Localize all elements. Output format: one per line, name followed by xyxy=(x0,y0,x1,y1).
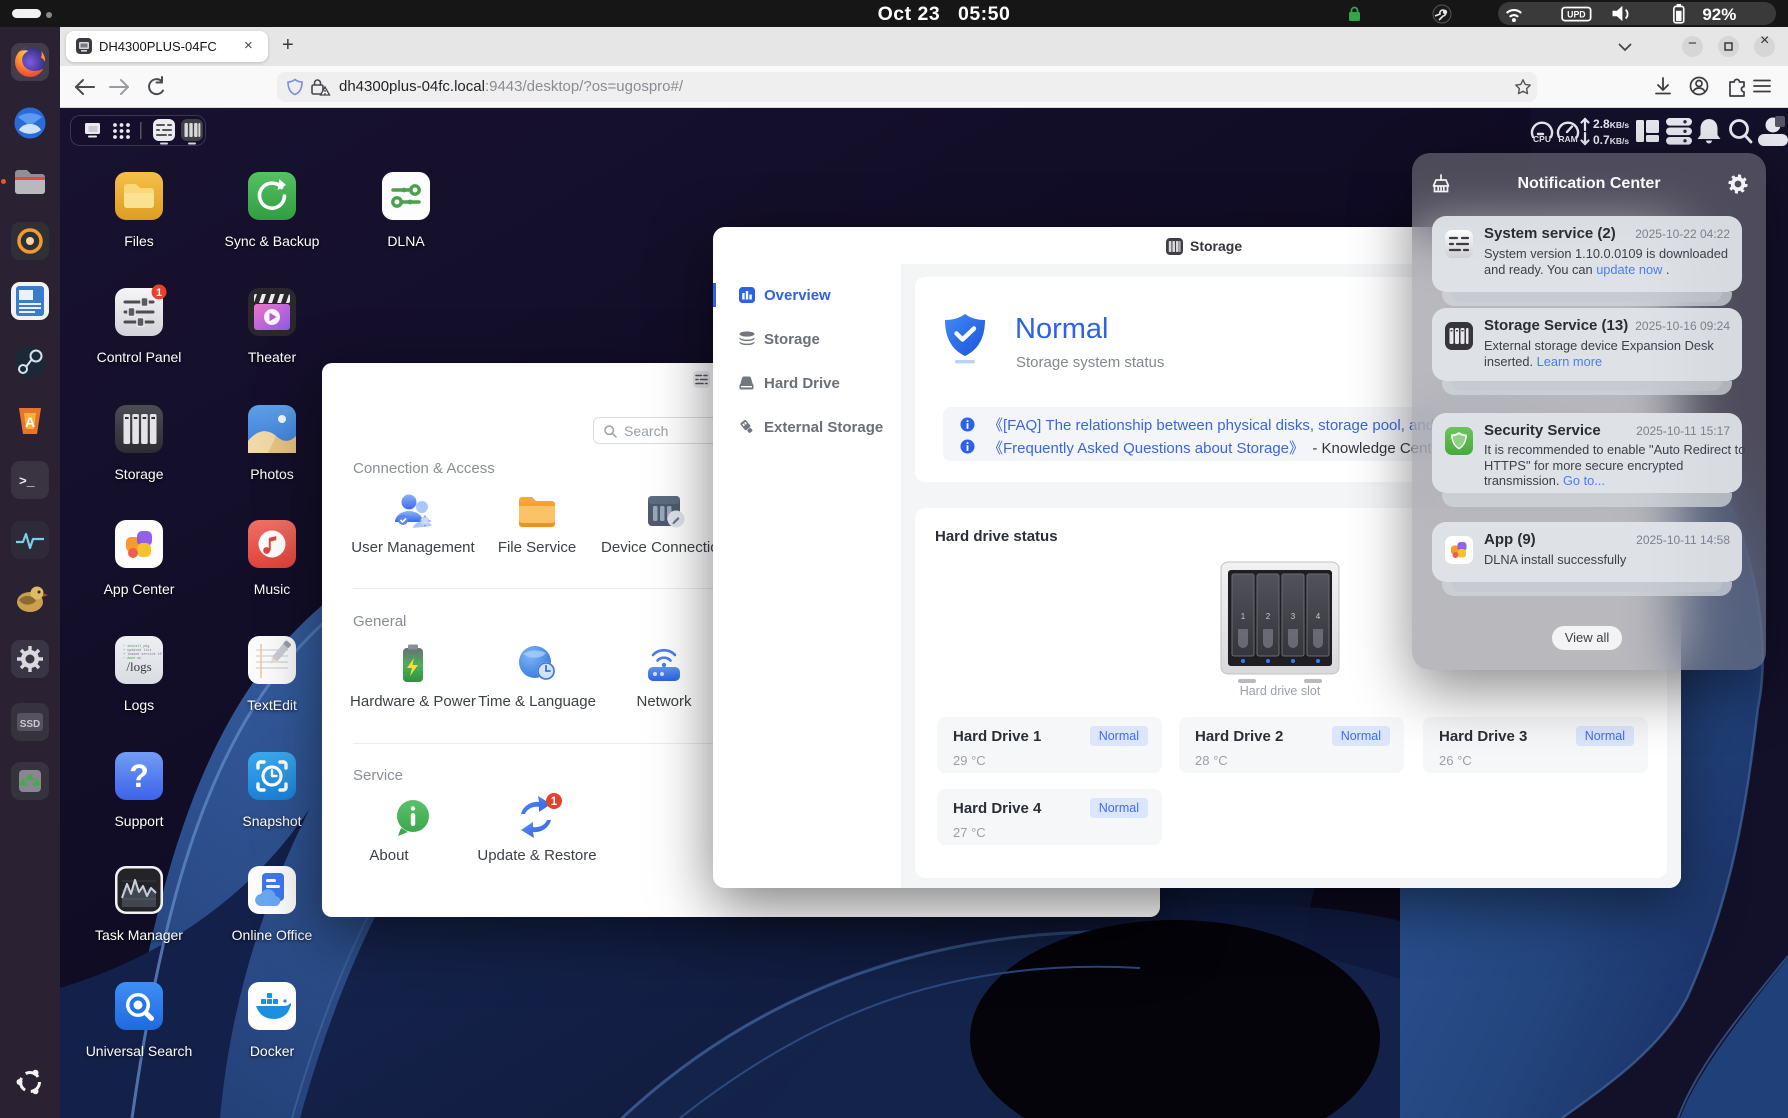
svg-text:3: 3 xyxy=(1291,612,1296,621)
svg-text:SSD: SSD xyxy=(20,719,41,730)
svg-text:1: 1 xyxy=(156,287,162,299)
svg-text:CPU: CPU xyxy=(1533,134,1551,144)
svg-text:0.7KB/s: 0.7KB/s xyxy=(1593,133,1629,147)
svg-text:1: 1 xyxy=(1241,612,1246,621)
svg-text:1: 1 xyxy=(551,796,558,808)
svg-text:2: 2 xyxy=(1266,612,1271,621)
svg-text:?: ? xyxy=(129,758,149,794)
svg-text:UPD: UPD xyxy=(1567,9,1585,19)
svg-text:2.8KB/s: 2.8KB/s xyxy=(1593,117,1629,131)
svg-text:4: 4 xyxy=(1316,612,1321,621)
svg-text:RAM: RAM xyxy=(1558,134,1577,144)
svg-text:92%: 92% xyxy=(1702,5,1736,24)
svg-text:/logs: /logs xyxy=(126,659,151,674)
svg-text:A: A xyxy=(25,414,35,430)
svg-text:>_: >_ xyxy=(19,474,35,489)
